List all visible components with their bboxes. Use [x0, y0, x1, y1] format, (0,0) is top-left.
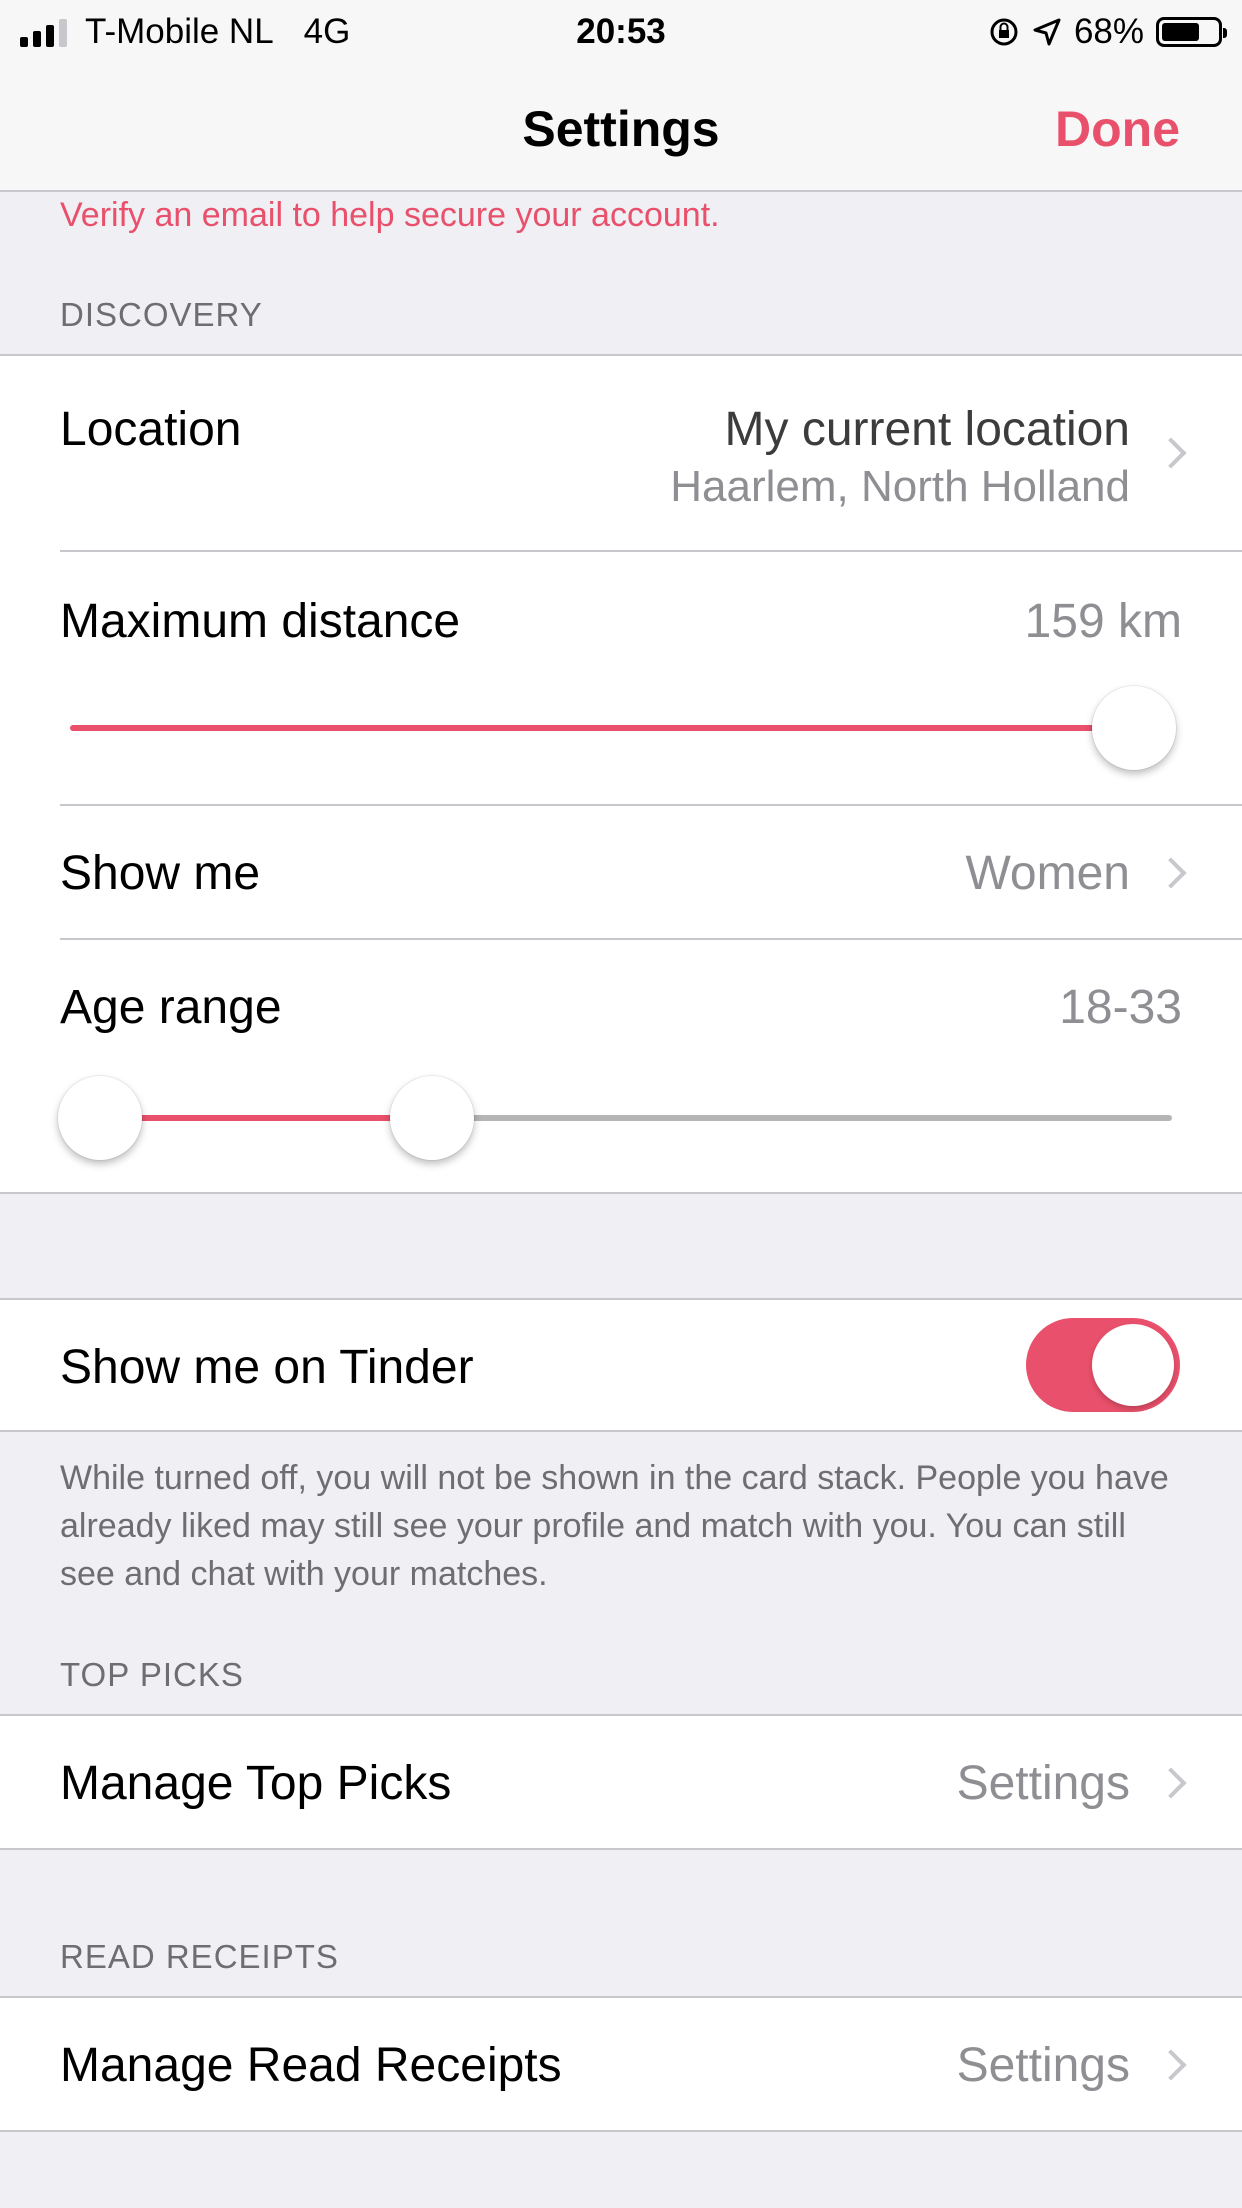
manage-read-receipts-row[interactable]: Manage Read Receipts Settings: [0, 1998, 1242, 2130]
read-receipts-group: Manage Read Receipts Settings: [0, 1996, 1242, 2132]
age-range-max-knob[interactable]: [390, 1076, 475, 1160]
chevron-right-icon: [1155, 437, 1187, 469]
navigation-bar: Settings Done: [0, 62, 1242, 192]
top-picks-group: Manage Top Picks Settings: [0, 1714, 1242, 1850]
max-distance-slider-knob[interactable]: [1092, 686, 1176, 770]
age-range-label: Age range: [60, 981, 282, 1034]
orientation-lock-icon: [990, 18, 1018, 46]
chevron-right-icon: [1155, 2049, 1187, 2081]
location-subvalue: Haarlem, North Holland: [670, 462, 1130, 511]
show-on-tinder-label: Show me on Tinder: [60, 1341, 474, 1394]
chevron-right-icon: [1155, 857, 1187, 889]
status-bar: T-Mobile NL 4G 20:53 68%: [0, 0, 1242, 62]
show-on-tinder-footnote: While turned off, you will not be shown …: [60, 1459, 1169, 1593]
section-header-top-picks: TOP PICKS: [60, 1656, 244, 1693]
age-range-value: 18-33: [1059, 981, 1182, 1034]
max-distance-row: Maximum distance 159 km: [0, 552, 1242, 802]
manage-top-picks-row[interactable]: Manage Top Picks Settings: [0, 1716, 1242, 1848]
section-header-discovery: DISCOVERY: [60, 296, 263, 333]
status-right: 68%: [988, 12, 1227, 52]
show-me-row[interactable]: Show me Women: [0, 806, 1242, 938]
max-distance-label: Maximum distance: [60, 595, 461, 648]
location-value: My current location: [724, 403, 1131, 456]
toggle-thumb: [1092, 1324, 1174, 1406]
show-on-tinder-group: Show me on Tinder: [0, 1298, 1242, 1432]
location-row[interactable]: Location My current location Haarlem, No…: [0, 356, 1242, 550]
manage-read-receipts-label: Manage Read Receipts: [60, 2039, 562, 2092]
battery-fill: [1162, 23, 1199, 41]
max-distance-value: 159 km: [1024, 595, 1182, 648]
done-button[interactable]: Done: [1055, 100, 1180, 158]
location-arrow-icon: [1033, 18, 1061, 46]
show-on-tinder-toggle[interactable]: [1026, 1318, 1180, 1412]
age-range-min-knob[interactable]: [58, 1076, 142, 1160]
battery-icon: [1156, 17, 1227, 47]
manage-read-receipts-value: Settings: [956, 2039, 1130, 2092]
show-me-value: Women: [965, 847, 1130, 900]
manage-top-picks-label: Manage Top Picks: [60, 1757, 452, 1810]
age-range-slider-active: [100, 1115, 433, 1121]
verify-email-link[interactable]: Verify an email to help secure your acco…: [60, 196, 720, 235]
show-me-label: Show me: [60, 847, 261, 900]
location-label: Location: [60, 403, 242, 456]
max-distance-slider-track[interactable]: [70, 725, 1174, 731]
manage-top-picks-value: Settings: [956, 1757, 1130, 1810]
section-header-read-receipts: READ RECEIPTS: [60, 1938, 339, 1975]
show-on-tinder-row: Show me on Tinder: [0, 1300, 1242, 1430]
age-range-row: Age range 18-33: [0, 940, 1242, 1196]
chevron-right-icon: [1155, 1767, 1187, 1799]
discovery-group: Location My current location Haarlem, No…: [0, 354, 1242, 1194]
battery-percent: 68%: [1073, 12, 1144, 51]
